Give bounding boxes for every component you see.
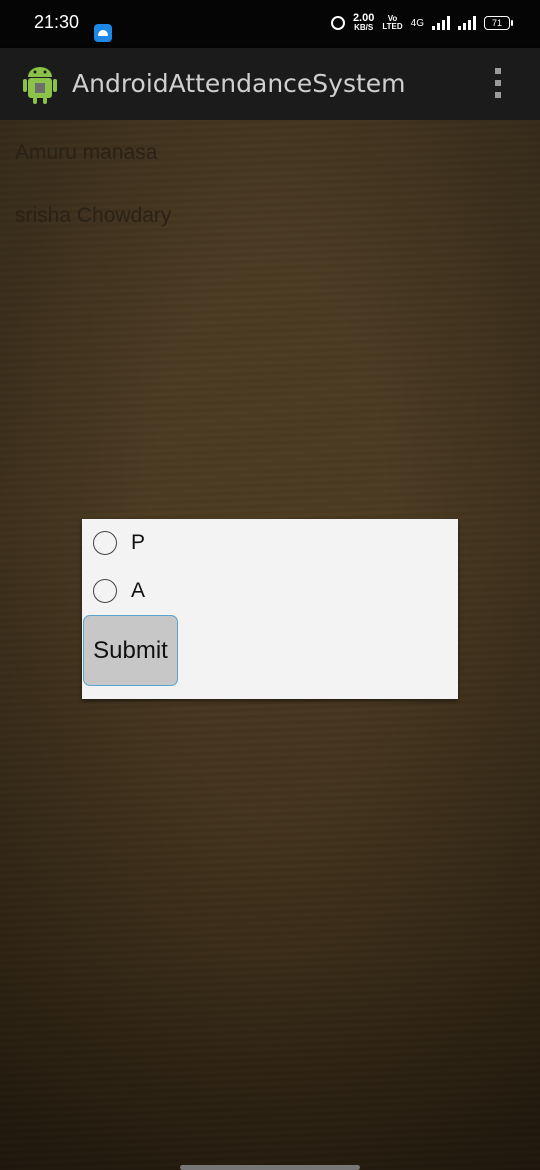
signal-icon-2 [458,16,476,30]
radio-button-present[interactable] [93,531,117,555]
app-title: AndroidAttendanceSystem [72,69,406,98]
network-speed: 2.00 KB/S [352,12,375,33]
attendance-dialog: P A Submit [82,519,458,699]
submit-button[interactable]: Submit [83,615,178,686]
radio-option-present[interactable]: P [93,527,145,559]
status-time: 21:30 [34,12,80,32]
radio-option-absent[interactable]: A [93,575,145,607]
battery-icon: 71 [484,16,513,30]
radio-button-absent[interactable] [93,579,117,603]
gesture-nav-bar[interactable] [180,1165,360,1170]
notification-app-icon [94,24,112,42]
network-speed-value: 2.00 [352,12,375,24]
battery-level: 71 [491,18,502,28]
status-bar: 21:30 2.00 KB/S Vo LTED 4G 71 [0,0,540,48]
app-bar: AndroidAttendanceSystem [0,48,540,120]
status-icons: 2.00 KB/S Vo LTED 4G 71 [330,12,513,33]
more-vert-icon[interactable] [493,68,503,102]
radio-label-present: P [131,531,146,554]
radio-label-absent: A [131,579,146,602]
network-type: 4G [410,17,424,29]
list-item[interactable]: srisha Chowdary [15,204,171,228]
volte-indicator: Vo LTED [382,15,402,31]
alarm-icon [330,16,345,30]
network-speed-unit: KB/S [354,23,374,32]
list-item[interactable]: Amuru manasa [15,141,157,165]
signal-icon [432,16,450,30]
android-icon [23,67,57,104]
volte-bottom: LTED [382,22,403,31]
